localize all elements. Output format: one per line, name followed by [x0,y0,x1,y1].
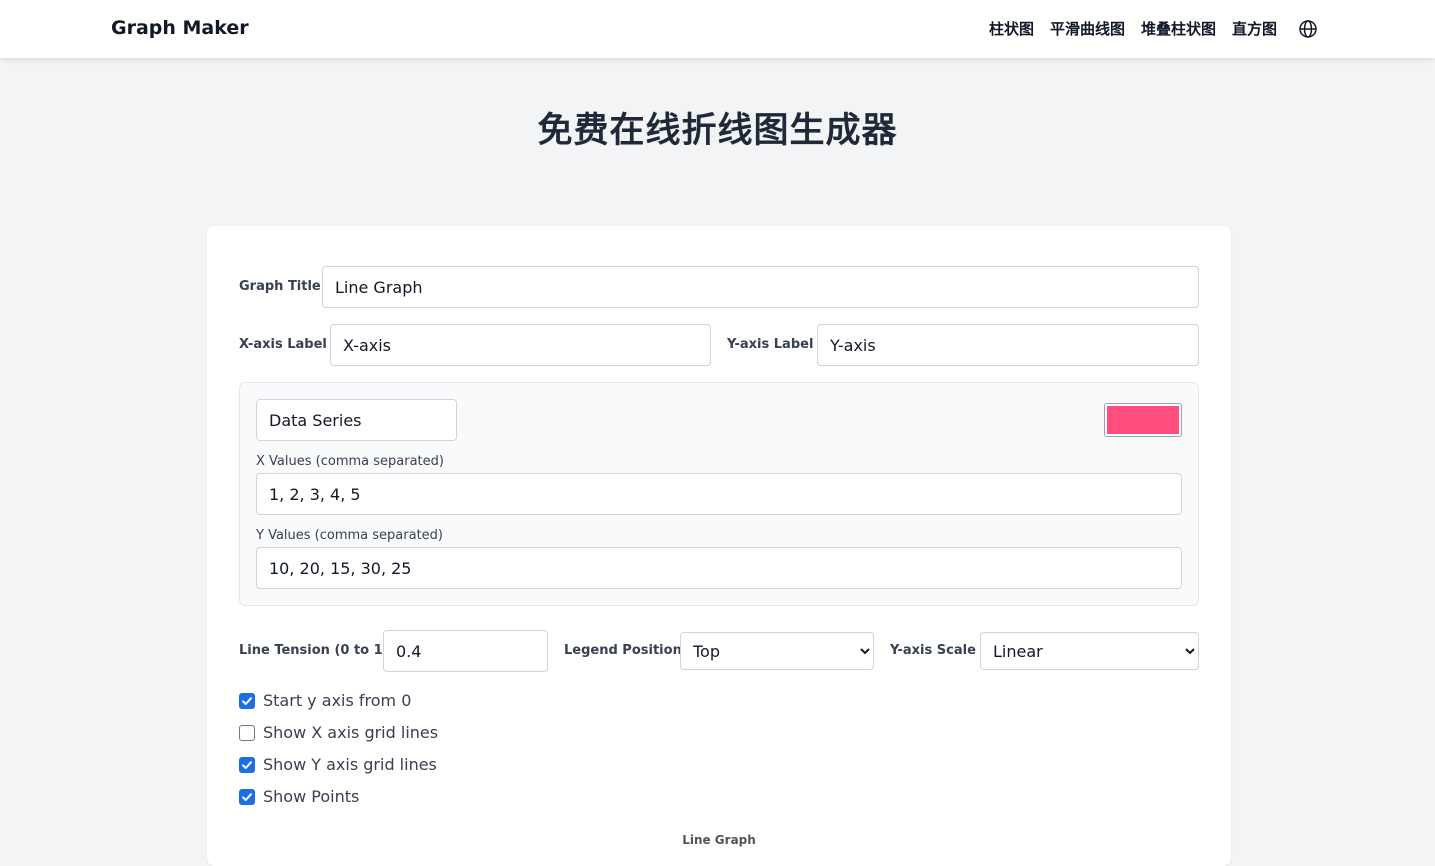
graph-title-input[interactable] [322,266,1199,308]
line-tension-label: Line Tension (0 to 1) [239,643,389,658]
line-tension-input[interactable] [383,630,548,672]
series-name-input[interactable] [256,399,457,441]
checkmark-icon [242,760,252,769]
y-axis-scale-select[interactable]: Linear [980,632,1199,670]
start-y-zero-label: Start y axis from 0 [263,691,412,710]
y-axis-label-label: Y-axis Label [727,337,814,352]
nav-link-stacked-bar-chart[interactable]: 堆叠柱状图 [1141,14,1216,44]
show-points-checkbox[interactable] [239,788,255,805]
globe-icon [1299,20,1317,38]
nav-links: 柱状图 平滑曲线图 堆叠柱状图 直方图 [989,14,1323,44]
y-values-input[interactable] [256,547,1182,589]
y-axis-scale-label: Y-axis Scale [890,643,976,658]
series-color-fill [1107,406,1179,434]
legend-position-select[interactable]: Top [680,632,874,670]
checkbox-show-x-grid[interactable]: Show X axis grid lines [239,723,438,742]
graph-settings-card: Graph Title X-axis Label Y-axis Label X … [207,226,1231,866]
y-values-label: Y Values (comma separated) [256,528,443,543]
show-y-grid-checkbox[interactable] [239,756,255,773]
nav-link-bar-chart[interactable]: 柱状图 [989,14,1034,44]
language-button[interactable] [1293,14,1323,44]
brand-logo[interactable]: Graph Maker [111,17,249,39]
checkbox-start-y-zero[interactable]: Start y axis from 0 [239,691,411,710]
chart-preview-title: Line Graph [682,833,756,847]
checkbox-show-points[interactable]: Show Points [239,787,359,806]
checkmark-icon [242,792,252,801]
show-points-label: Show Points [263,787,360,806]
x-values-label: X Values (comma separated) [256,454,444,469]
show-x-grid-label: Show X axis grid lines [263,723,439,742]
show-y-grid-label: Show Y axis grid lines [263,755,437,774]
page-title: 免费在线折线图生成器 [537,111,898,151]
nav-link-histogram[interactable]: 直方图 [1232,14,1277,44]
graph-title-label: Graph Title [239,279,321,294]
checkbox-show-y-grid[interactable]: Show Y axis grid lines [239,755,437,774]
start-y-zero-checkbox[interactable] [239,692,255,709]
x-values-input[interactable] [256,473,1182,515]
legend-position-label: Legend Position [564,643,682,658]
nav-link-smooth-line-chart[interactable]: 平滑曲线图 [1050,14,1125,44]
top-navbar: Graph Maker 柱状图 平滑曲线图 堆叠柱状图 直方图 [0,0,1435,58]
checkmark-icon [242,696,252,705]
series-color-picker[interactable] [1104,403,1182,437]
show-x-grid-checkbox[interactable] [239,724,255,741]
x-axis-label-label: X-axis Label [239,337,327,352]
data-series-panel: X Values (comma separated) Y Values (com… [239,382,1199,606]
y-axis-label-input[interactable] [817,324,1199,366]
x-axis-label-input[interactable] [330,324,711,366]
